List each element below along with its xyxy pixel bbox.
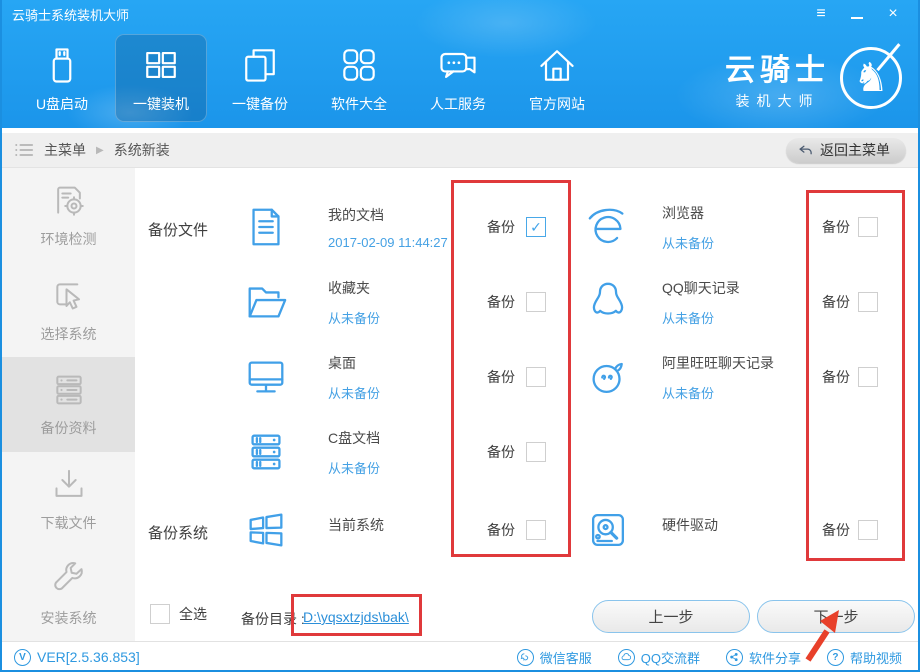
return-arrow-icon — [798, 143, 813, 158]
environment-check-icon — [49, 181, 89, 221]
live-service-icon — [436, 43, 480, 87]
nav-live-service[interactable]: 人工服务 — [412, 34, 504, 122]
backup-row-browser: 浏览器 从未备份 — [585, 190, 714, 264]
brand-logo: 云骑士 装机大师 ♞ — [725, 45, 902, 111]
next-step-button[interactable]: 下一步 — [757, 600, 915, 633]
install-system-icon — [49, 560, 89, 600]
backup-checkbox-desktop[interactable] — [526, 367, 546, 387]
help-video-icon: ? — [827, 649, 844, 666]
nav-label: 一键装机 — [133, 94, 189, 114]
backup-checkbox-favorites[interactable] — [526, 292, 546, 312]
software-collection-icon — [337, 43, 381, 87]
version-text: VER[2.5.36.853] — [37, 649, 140, 665]
backup-data-icon — [49, 370, 89, 410]
qq-group-icon — [618, 649, 635, 666]
breadcrumb: 主菜单 ▶ 系统新装 返回主菜单 — [2, 133, 918, 168]
back-to-main-menu-button[interactable]: 返回主菜单 — [786, 138, 906, 163]
one-key-install-icon — [139, 43, 183, 87]
backup-row-favorites: 收藏夹 从未备份 — [243, 265, 380, 339]
nav-one-key-backup[interactable]: 一键备份 — [214, 34, 306, 122]
current-system-icon — [243, 507, 289, 553]
version-icon: V — [14, 649, 31, 666]
select-system-icon — [49, 276, 89, 316]
backup-checkbox-aliwangwang[interactable] — [858, 367, 878, 387]
group-label-backup-system: 备份系统 — [148, 522, 208, 543]
close-icon[interactable]: × — [882, 4, 904, 24]
share-icon — [726, 649, 743, 666]
desktop-icon — [243, 354, 289, 400]
nav-software-collection[interactable]: 软件大全 — [313, 34, 405, 122]
qq-group-link[interactable]: QQ交流群 — [618, 648, 700, 667]
nav-label: 人工服务 — [430, 94, 486, 114]
share-link[interactable]: 软件分享 — [726, 648, 801, 667]
footer: V VER[2.5.36.853] 微信客服 QQ交流群 软件分享 — [2, 641, 918, 672]
nav-official-website[interactable]: 官方网站 — [511, 34, 603, 122]
sidebar-item-install-system[interactable]: 安装系统 — [2, 546, 135, 641]
brand-subtitle: 装机大师 — [725, 91, 830, 111]
usb-icon — [40, 43, 84, 87]
nav-label: 官方网站 — [529, 94, 585, 114]
backup-checkbox-c-drive-docs[interactable] — [526, 442, 546, 462]
qq-chat-icon — [585, 279, 631, 325]
backup-checkbox-hardware-driver[interactable] — [858, 520, 878, 540]
nav-label: U盘启动 — [36, 94, 88, 114]
backup-row-aliwangwang: 阿里旺旺聊天记录 从未备份 — [585, 340, 774, 414]
window-title: 云骑士系统装机大师 — [12, 5, 129, 24]
prev-step-button[interactable]: 上一步 — [592, 600, 750, 633]
steps-sidebar: 环境检测 选择系统 备份资料 下载文件 — [2, 168, 135, 641]
brand-name: 云骑士 — [725, 45, 830, 89]
backup-row-c-drive-docs: C盘文档 从未备份 — [243, 415, 380, 489]
nav-label: 软件大全 — [331, 94, 387, 114]
backup-checkbox-label: 备份 — [487, 217, 515, 237]
item-title: 我的文档 — [328, 205, 448, 225]
main-nav: U盘启动 一键装机 一键备份 软件大全 — [2, 28, 918, 128]
breadcrumb-root[interactable]: 主菜单 — [44, 140, 86, 160]
app-window: 云骑士系统装机大师 ≡ × U盘启动 一键装机 — [0, 0, 920, 672]
browser-icon — [585, 204, 631, 250]
menu-icon[interactable]: ≡ — [810, 4, 832, 24]
nav-usb-boot[interactable]: U盘启动 — [16, 34, 108, 122]
select-all-checkbox[interactable] — [150, 604, 170, 624]
backup-panel: 备份文件 备份系统 我的文档 2017-02-09 11:44:27 收藏夹 从 — [135, 168, 918, 641]
backup-row-desktop: 桌面 从未备份 — [243, 340, 380, 414]
official-website-icon — [535, 43, 579, 87]
help-video-link[interactable]: ? 帮助视频 — [827, 648, 902, 667]
aliwangwang-chat-icon — [585, 354, 631, 400]
item-subtitle: 2017-02-09 11:44:27 — [328, 235, 448, 250]
hardware-driver-icon — [585, 507, 631, 553]
list-icon — [14, 142, 34, 158]
sidebar-item-select-system[interactable]: 选择系统 — [2, 263, 135, 358]
backup-row-hardware-driver: 硬件驱动 — [585, 493, 718, 567]
backup-row-current-system: 当前系统 — [243, 493, 384, 567]
header: 云骑士系统装机大师 ≡ × U盘启动 一键装机 — [2, 0, 918, 128]
wechat-service-link[interactable]: 微信客服 — [517, 648, 592, 667]
one-key-backup-icon — [238, 43, 282, 87]
nav-label: 一键备份 — [232, 94, 288, 114]
my-documents-icon — [243, 204, 289, 250]
knight-logo-icon: ♞ — [840, 47, 902, 109]
minimize-icon[interactable] — [846, 4, 868, 24]
version-info: V VER[2.5.36.853] — [14, 649, 140, 666]
sidebar-item-download-files[interactable]: 下载文件 — [2, 452, 135, 547]
breadcrumb-current: 系统新装 — [114, 140, 170, 160]
sidebar-item-backup-data[interactable]: 备份资料 — [2, 357, 135, 452]
download-files-icon — [49, 465, 89, 505]
backup-checkbox-browser[interactable] — [858, 217, 878, 237]
favorites-folder-icon — [243, 279, 289, 325]
backup-row-qq-chat: QQ聊天记录 从未备份 — [585, 265, 740, 339]
c-drive-docs-icon — [243, 429, 289, 475]
backup-checkbox-current-system[interactable] — [526, 520, 546, 540]
group-label-backup-files: 备份文件 — [148, 219, 208, 240]
select-all-label: 全选 — [179, 604, 207, 624]
backup-checkbox-my-documents[interactable]: ✓ — [526, 217, 546, 237]
backup-dir-link[interactable]: D:\yqsxtzjds\bak\ — [303, 609, 409, 625]
wechat-service-icon — [517, 649, 534, 666]
sidebar-item-environment-check[interactable]: 环境检测 — [2, 168, 135, 263]
titlebar: 云骑士系统装机大师 ≡ × — [2, 0, 918, 28]
backup-checkbox-qq-chat[interactable] — [858, 292, 878, 312]
backup-row-my-documents: 我的文档 2017-02-09 11:44:27 — [243, 190, 448, 264]
nav-one-key-install[interactable]: 一键装机 — [115, 34, 207, 122]
backup-dir-label: 备份目录 : — [241, 609, 305, 629]
chevron-right-icon: ▶ — [96, 145, 104, 156]
